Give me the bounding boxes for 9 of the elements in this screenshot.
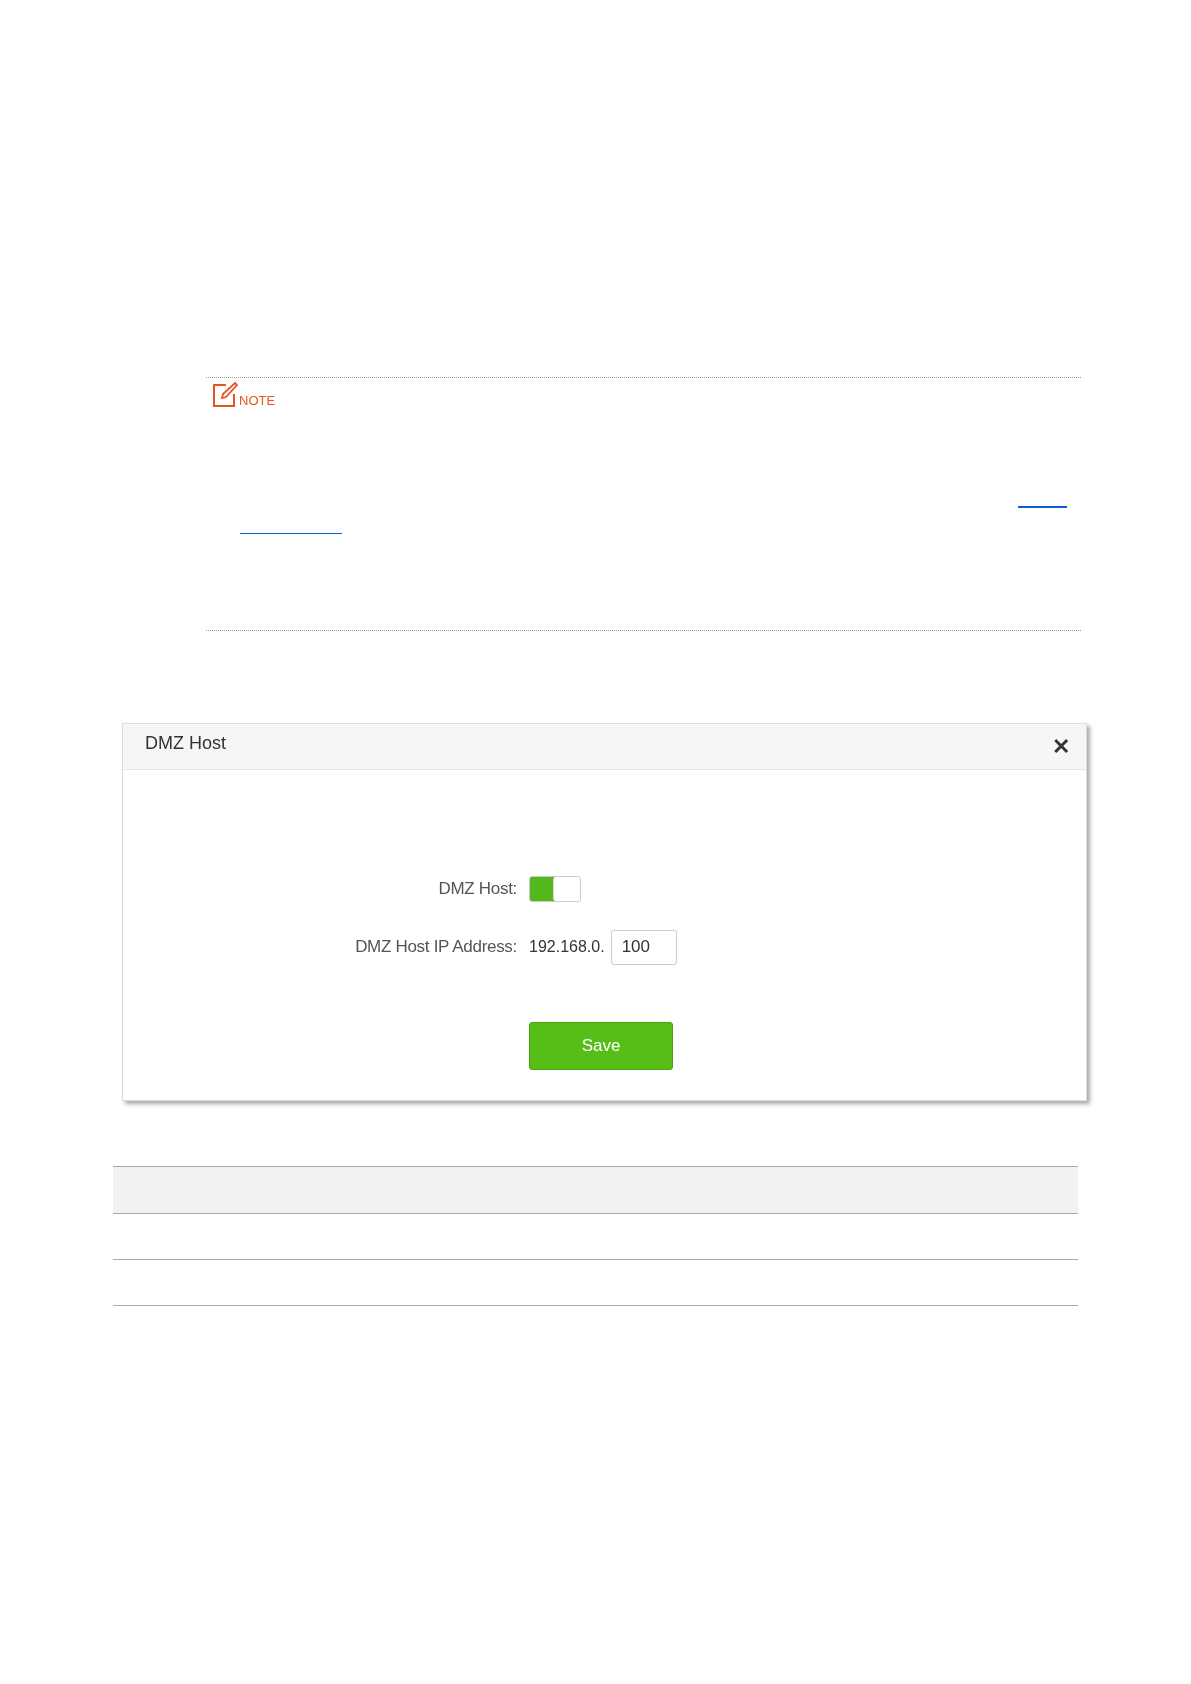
edit-icon	[212, 382, 238, 408]
field-label: DMZ Host IP Address:	[354, 937, 518, 957]
field-label: DMZ Host:	[437, 879, 518, 899]
note-label: NOTE	[239, 394, 276, 408]
toggle-switch[interactable]	[529, 876, 581, 902]
dialog-title: DMZ Host	[145, 733, 226, 754]
ip-input-field[interactable]: 100	[610, 929, 677, 965]
close-button[interactable]: ✕	[1052, 734, 1070, 760]
ip-prefix: 192.168.0.	[529, 938, 605, 956]
